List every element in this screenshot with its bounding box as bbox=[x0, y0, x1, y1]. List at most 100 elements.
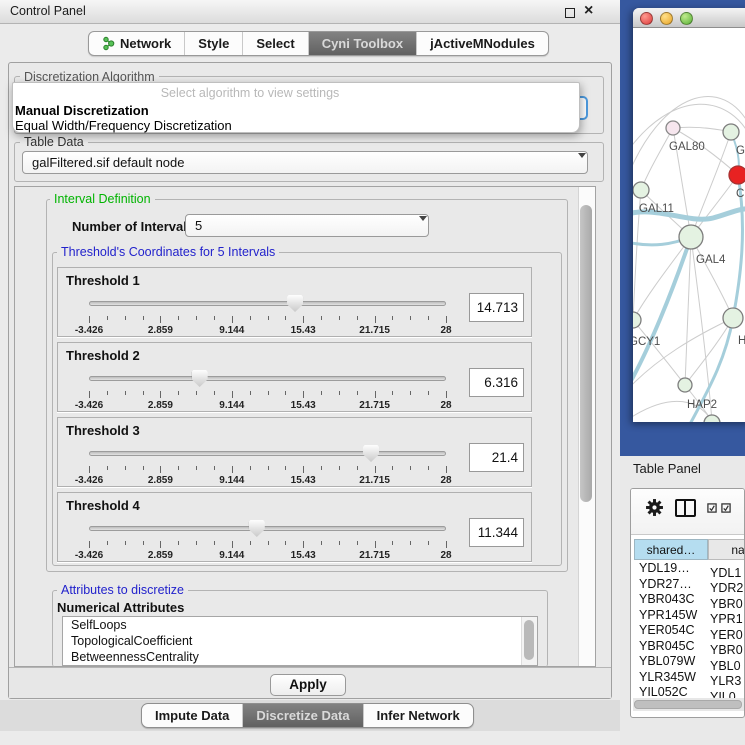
table-row[interactable]: YBR043CYBR0 bbox=[634, 592, 745, 608]
slider-tick bbox=[143, 541, 144, 545]
network-node[interactable] bbox=[666, 121, 680, 135]
slider-track[interactable] bbox=[89, 526, 446, 531]
minimize-traffic-light-icon[interactable] bbox=[660, 12, 673, 25]
table-row[interactable]: YPR145WYPR1 bbox=[634, 608, 745, 624]
table-row[interactable]: YDR27…YDR2 bbox=[634, 577, 745, 593]
table-row[interactable]: YBR045CYBR0 bbox=[634, 639, 745, 655]
slider-track[interactable] bbox=[89, 301, 446, 306]
threshold-1-value-field[interactable]: 14.713 bbox=[469, 293, 524, 322]
network-node[interactable] bbox=[633, 182, 649, 198]
zoom-traffic-light-icon[interactable] bbox=[680, 12, 693, 25]
cell-shared-name[interactable]: YBR043C bbox=[634, 592, 705, 608]
threshold-2-slider[interactable]: -3.4262.8599.14415.4321.71528 bbox=[89, 369, 446, 409]
table-row[interactable]: YLR345WYLR3 bbox=[634, 670, 745, 686]
cell-shared-name[interactable]: YER054C bbox=[634, 623, 705, 639]
close-icon[interactable]: × bbox=[584, 1, 593, 21]
slider-tick bbox=[375, 466, 376, 473]
slider-tick bbox=[446, 316, 447, 323]
slider-scale-label: 21.715 bbox=[359, 550, 390, 561]
table-hscrollbar-track[interactable] bbox=[633, 698, 744, 711]
network-node[interactable] bbox=[729, 166, 745, 184]
network-edge[interactable] bbox=[633, 320, 685, 385]
column-header-name[interactable]: na bbox=[708, 539, 745, 560]
table-hscrollbar-thumb[interactable] bbox=[634, 700, 742, 709]
close-traffic-light-icon[interactable] bbox=[640, 12, 653, 25]
tab-network[interactable]: Network bbox=[89, 32, 184, 55]
algorithm-option-manual[interactable]: Manual Discretization bbox=[15, 103, 149, 118]
slider-track[interactable] bbox=[89, 451, 446, 456]
attribute-list-item[interactable]: BetweennessCentrality bbox=[63, 649, 537, 665]
cell-shared-name[interactable]: YLR345W bbox=[634, 670, 705, 686]
threshold-3-panel: Threshold 3 -3.4262.8599.14415.4321.7152… bbox=[57, 417, 532, 487]
attributes-list-scrollbar-thumb[interactable] bbox=[524, 620, 534, 660]
network-edge[interactable] bbox=[691, 237, 733, 318]
gear-icon[interactable] bbox=[645, 498, 664, 517]
numerical-attributes-list[interactable]: SelfLoopsTopologicalCoefficientBetweenne… bbox=[62, 616, 538, 666]
threshold-2-value-field[interactable]: 6.316 bbox=[469, 368, 524, 397]
apply-button[interactable]: Apply bbox=[270, 674, 346, 696]
network-edge[interactable] bbox=[633, 237, 691, 320]
network-window-titlebar[interactable] bbox=[633, 8, 745, 28]
network-node[interactable] bbox=[678, 378, 692, 392]
combo-spinner-icon[interactable] bbox=[411, 218, 420, 237]
slider-thumb[interactable] bbox=[363, 445, 379, 462]
cell-shared-name[interactable]: YBL079W bbox=[634, 654, 705, 670]
network-edge[interactable] bbox=[673, 127, 731, 132]
table-row[interactable]: YDL19…YDL1 bbox=[634, 561, 745, 577]
threshold-3-slider[interactable]: -3.4262.8599.14415.4321.71528 bbox=[89, 444, 446, 484]
attribute-list-item[interactable]: TopologicalCoefficient bbox=[63, 633, 537, 649]
column-header-shared-name[interactable]: shared… bbox=[634, 539, 708, 560]
network-edge[interactable] bbox=[641, 128, 673, 190]
cell-shared-name[interactable]: YDL19… bbox=[634, 561, 705, 577]
threshold-1-panel: Threshold 1 -3.4262.8599.14415.4321.7152… bbox=[57, 267, 532, 337]
network-node[interactable] bbox=[633, 312, 641, 328]
tab-style[interactable]: Style bbox=[184, 32, 242, 55]
attribute-list-item[interactable]: SelfLoops bbox=[63, 617, 537, 633]
numerical-attributes-label: Numerical Attributes bbox=[57, 600, 184, 615]
float-window-icon[interactable] bbox=[565, 8, 575, 18]
tab-label: Infer Network bbox=[377, 704, 460, 727]
network-edge[interactable] bbox=[685, 237, 691, 385]
slider-tick bbox=[160, 391, 161, 398]
threshold-4-slider[interactable]: -3.4262.8599.14415.4321.71528 bbox=[89, 519, 446, 559]
number-of-intervals-combobox[interactable]: 5 bbox=[185, 214, 429, 237]
checkbox-icon[interactable] bbox=[707, 503, 717, 513]
slider-scale-label: 28 bbox=[440, 475, 451, 486]
slider-thumb[interactable] bbox=[287, 295, 303, 312]
tab-impute-data[interactable]: Impute Data bbox=[142, 704, 242, 727]
network-node[interactable] bbox=[723, 124, 739, 140]
split-columns-icon[interactable] bbox=[675, 499, 696, 517]
network-node-label: GCY1 bbox=[633, 336, 660, 348]
slider-scale-label: -3.426 bbox=[75, 325, 103, 336]
slider-tick bbox=[428, 541, 429, 545]
combo-spinner-icon[interactable] bbox=[570, 155, 579, 174]
checkbox-icon[interactable] bbox=[721, 503, 731, 513]
threshold-1-slider[interactable]: -3.4262.8599.14415.4321.71528 bbox=[89, 294, 446, 334]
threshold-4-value-field[interactable]: 11.344 bbox=[469, 518, 524, 547]
network-node[interactable] bbox=[679, 225, 703, 249]
threshold-3-value-field[interactable]: 21.4 bbox=[469, 443, 524, 472]
settings-scrollbar-thumb[interactable] bbox=[580, 205, 592, 502]
slider-track[interactable] bbox=[89, 376, 446, 381]
table-row[interactable]: YBL079WYBL0 bbox=[634, 654, 745, 670]
network-node[interactable] bbox=[704, 415, 720, 422]
network-edge[interactable] bbox=[633, 237, 691, 388]
cell-shared-name[interactable]: YBR045C bbox=[634, 639, 705, 655]
slider-thumb[interactable] bbox=[192, 370, 208, 387]
cell-shared-name[interactable]: YPR145W bbox=[634, 608, 705, 624]
tab-infer-network[interactable]: Infer Network bbox=[363, 704, 473, 727]
tab-discretize-data[interactable]: Discretize Data bbox=[242, 704, 362, 727]
slider-thumb[interactable] bbox=[249, 520, 265, 537]
table-data-combobox[interactable]: galFiltered.sif default node bbox=[22, 151, 588, 174]
slider-scale-label: 9.144 bbox=[219, 325, 244, 336]
network-canvas[interactable]: GAL80GACGAL11GAL4GCY1HHAP2 bbox=[633, 28, 745, 422]
tab-jactivemnodules[interactable]: jActiveMNodules bbox=[416, 32, 548, 55]
table-row[interactable]: YER054CYER0 bbox=[634, 623, 745, 639]
slider-tick bbox=[107, 466, 108, 470]
network-node[interactable] bbox=[723, 308, 743, 328]
algorithm-option-equal-width[interactable]: Equal Width/Frequency Discretization bbox=[15, 118, 232, 133]
cell-shared-name[interactable]: YDR27… bbox=[634, 577, 705, 593]
tab-cyni-toolbox[interactable]: Cyni Toolbox bbox=[308, 32, 416, 55]
slider-tick bbox=[196, 316, 197, 320]
tab-select[interactable]: Select bbox=[242, 32, 307, 55]
